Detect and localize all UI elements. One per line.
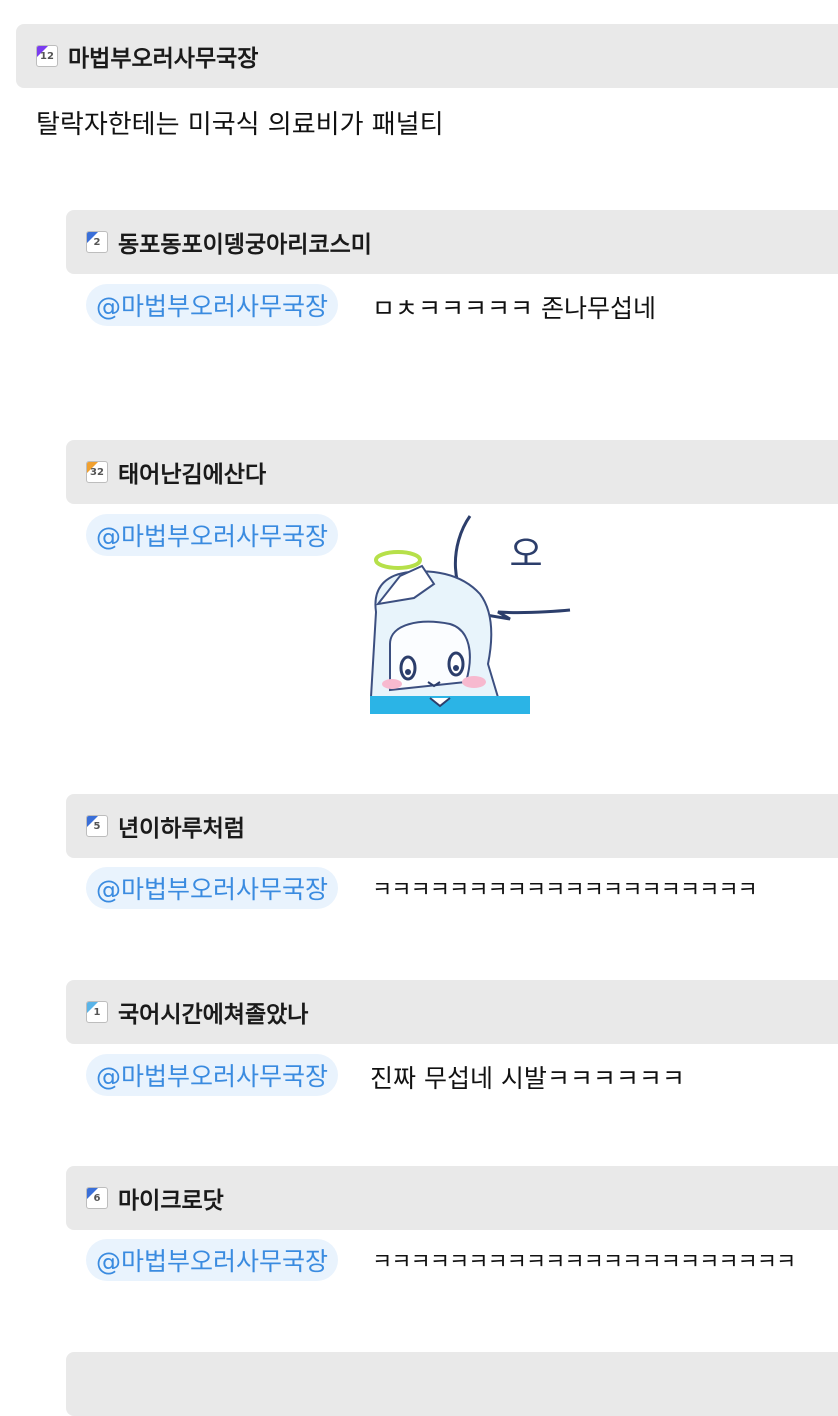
reply-author-bar: 1 국어시간에쳐졸았나 [66, 980, 838, 1044]
mention-tag[interactable]: @마법부오러사무국장 [86, 284, 339, 326]
level-number: 12 [40, 50, 54, 62]
mention-tag[interactable]: @마법부오러사무국장 [86, 1239, 339, 1281]
reply-text: 진짜 무섭네 시발ㅋㅋㅋㅋㅋㅋ [370, 1064, 685, 1093]
reply-text: ㅋㅋㅋㅋㅋㅋㅋㅋㅋㅋㅋㅋㅋㅋㅋㅋㅋㅋㅋㅋ [372, 878, 758, 903]
reply-author-name[interactable]: 동포동포이뎅궁아리코스미 [118, 225, 372, 259]
level-badge-icon: 2 [86, 231, 108, 253]
reply-text: ㅋㅋㅋㅋㅋㅋㅋㅋㅋㅋㅋㅋㅋㅋㅋㅋㅋㅋㅋㅋㅋㅋ [372, 1250, 796, 1275]
reply-author-name[interactable]: 국어시간에쳐졸았나 [118, 995, 308, 1029]
level-badge-icon: 6 [86, 1187, 108, 1209]
sticker-image: 오 [370, 514, 574, 714]
post-author-name[interactable]: 마법부오러사무국장 [68, 39, 258, 73]
reply-text: ㅁㅊㅋㅋㅋㅋㅋ 존나무섭네 [372, 294, 656, 323]
reply-author-bar: 5 년이하루처럼 [66, 794, 838, 858]
post-author-bar: 12 마법부오러사무국장 [16, 24, 838, 88]
reply-author-bar [66, 1352, 838, 1416]
level-number: 1 [93, 1006, 101, 1018]
reply-author-bar: 6 마이크로닷 [66, 1166, 838, 1230]
level-badge-icon: 5 [86, 815, 108, 837]
mention-tag[interactable]: @마법부오러사무국장 [86, 514, 339, 556]
reply-author-name[interactable]: 년이하루처럼 [118, 809, 245, 843]
reply-author-name[interactable]: 태어난김에산다 [118, 455, 266, 489]
level-number: 2 [93, 236, 101, 248]
sticker-speech-text: 오 [509, 534, 542, 575]
level-number: 5 [93, 820, 101, 832]
sticker-drawing: 오 [370, 515, 571, 714]
mention-tag[interactable]: @마법부오러사무국장 [86, 867, 339, 909]
reply-author-bar: 2 동포동포이뎅궁아리코스미 [66, 210, 838, 274]
reply-author-bar: 32 태어난김에산다 [66, 440, 838, 504]
level-number: 32 [90, 466, 104, 478]
reply-author-name[interactable]: 마이크로닷 [118, 1181, 224, 1215]
post-text: 탈락자한테는 미국식 의료비가 패널티 [36, 110, 444, 140]
level-badge-icon: 32 [86, 461, 108, 483]
level-number: 6 [93, 1192, 101, 1204]
level-badge-icon: 1 [86, 1001, 108, 1023]
level-badge-icon: 12 [36, 45, 58, 67]
mention-tag[interactable]: @마법부오러사무국장 [86, 1054, 339, 1096]
